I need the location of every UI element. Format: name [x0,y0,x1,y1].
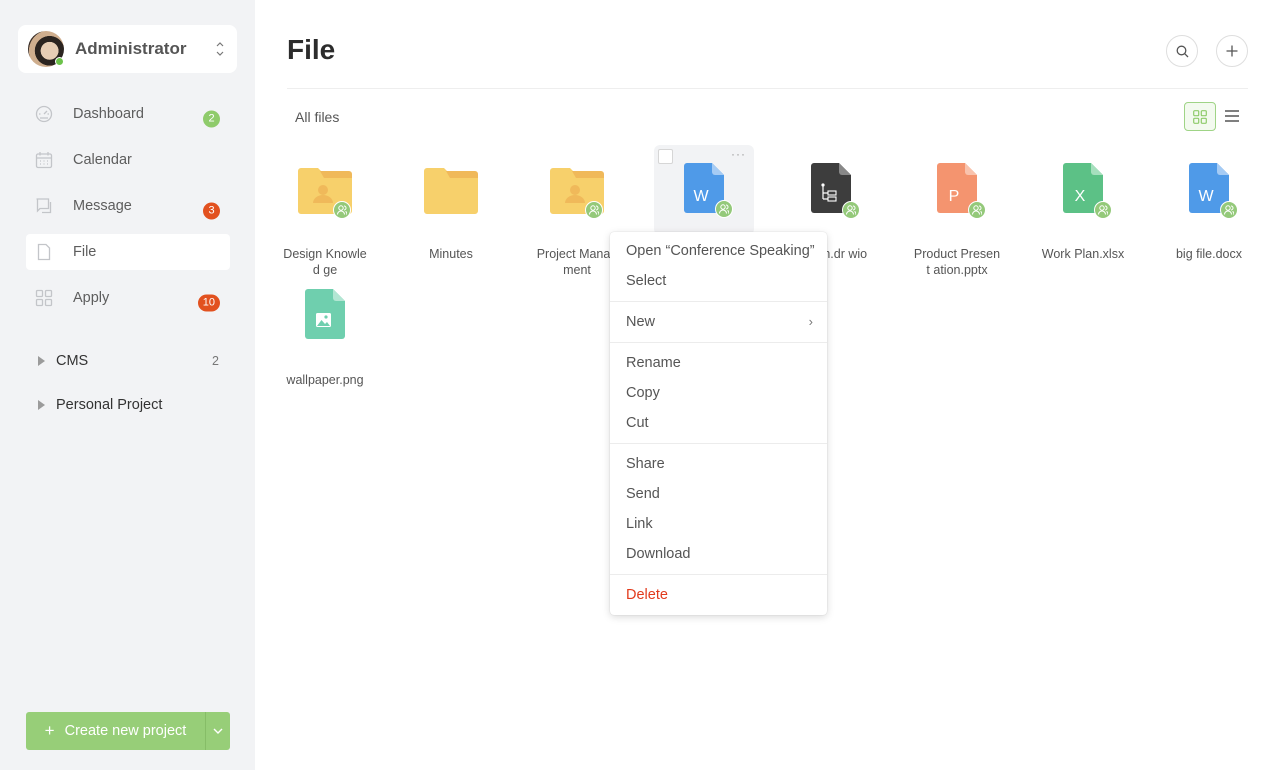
chevron-down-icon [213,728,223,734]
shared-user-icon [1220,201,1238,219]
header-divider [287,88,1248,89]
project-group-label: CMS [56,353,89,369]
calendar-icon [35,152,53,169]
message-badge: 3 [203,202,220,220]
sidebar-item-label: Message [73,198,132,214]
sidebar-item-apply[interactable]: Apply 10 [26,280,230,316]
file-icon [37,243,51,261]
create-project-button[interactable]: + Create new project [26,712,206,750]
menu-item-open[interactable]: Open “Conference Speaking” [610,236,827,266]
apply-badge: 10 [197,294,220,312]
menu-divider [610,574,827,575]
file-name: wallpaper.png [286,373,364,387]
file-item[interactable]: Minutes [401,160,501,262]
menu-item-send[interactable]: Send [610,479,827,509]
folder-icon [424,168,478,214]
file-name: Work Plan.xlsx [1041,247,1125,261]
sidebar-item-file[interactable]: File [26,234,230,270]
file-item[interactable]: W big file.docx [1159,160,1259,262]
menu-item-copy[interactable]: Copy [610,378,827,408]
search-icon [1176,45,1188,57]
svg-text:P: P [949,188,960,205]
shared-user-icon [1094,201,1112,219]
dashboard-icon [35,105,53,123]
menu-item-link[interactable]: Link [610,509,827,539]
app-window: Administrator Dashboard 2 Calendar Messa… [0,0,1280,770]
account-name: Administrator [75,39,187,58]
file-name: Minutes [429,247,473,261]
grid-icon [1193,109,1207,124]
sidebar-item-label: Dashboard [73,106,144,122]
breadcrumb[interactable]: All files [295,109,339,125]
plus-icon [1226,45,1238,57]
sidebar-item-label: File [73,244,97,260]
menu-item-download[interactable]: Download [610,539,827,569]
avatar [28,31,64,67]
file-name: Design Knowled ge [283,247,367,277]
shared-user-icon [715,200,733,218]
plus-icon: + [44,721,55,740]
file-item-selected[interactable]: ··· W [654,145,754,235]
chevron-right-icon: › [808,314,813,329]
shared-user-icon [968,201,986,219]
shared-user-icon [842,201,860,219]
expand-triangle-icon[interactable] [38,356,45,366]
sidebar-item-calendar[interactable]: Calendar [26,142,230,178]
file-item[interactable]: P Product Present ation.pptx [907,160,1007,278]
project-group-cms[interactable]: CMS 2 [26,349,230,373]
expand-triangle-icon[interactable] [38,400,45,410]
sidebar-item-label: Calendar [73,152,132,168]
menu-divider [610,443,827,444]
project-group-label: Personal Project [56,397,163,413]
online-status-dot [55,57,64,66]
grid-view-toggle[interactable] [1184,102,1216,131]
menu-item-new[interactable]: New › [610,307,827,337]
sidebar-item-dashboard[interactable]: Dashboard 2 [26,96,230,132]
create-project-dropdown[interactable] [206,712,230,750]
menu-item-share[interactable]: Share [610,449,827,479]
file-item[interactable]: Design Knowled ge [275,160,375,278]
file-name: big file.docx [1175,247,1242,261]
message-icon [36,198,52,214]
menu-item-label: New [626,314,656,330]
context-menu: Open “Conference Speaking” Select New › … [610,232,827,615]
page-title: File [287,34,336,65]
svg-text:X: X [1075,188,1086,205]
shared-user-icon [333,201,351,219]
search-button[interactable] [1166,35,1198,67]
apps-icon [35,289,53,307]
chevron-up-down-icon [216,42,224,56]
file-name: Product Present ation.pptx [913,247,1001,277]
menu-item-cut[interactable]: Cut [610,408,827,438]
menu-divider [610,342,827,343]
menu-item-delete[interactable]: Delete [610,580,827,610]
project-group-count: 2 [212,354,219,368]
menu-item-select[interactable]: Select [610,266,827,296]
file-select-checkbox[interactable] [658,149,673,164]
more-options-icon[interactable]: ··· [731,147,746,161]
sidebar-nav: Dashboard 2 Calendar Message 3 File Appl… [26,96,230,326]
file-item[interactable]: X Work Plan.xlsx [1033,160,1133,262]
image-file-icon [305,289,345,339]
project-group-personal[interactable]: Personal Project [26,393,230,417]
account-switcher[interactable]: Administrator [18,25,237,73]
sidebar-item-label: Apply [73,290,110,306]
list-view-toggle[interactable] [1223,107,1241,125]
menu-divider [610,301,827,302]
svg-text:W: W [693,188,709,205]
menu-item-rename[interactable]: Rename [610,348,827,378]
create-project-button-group: + Create new project [26,712,230,750]
add-button[interactable] [1216,35,1248,67]
create-project-label: Create new project [64,723,187,739]
dashboard-badge: 2 [203,110,220,128]
shared-user-icon [585,201,603,219]
svg-text:W: W [1198,188,1214,205]
sidebar-item-message[interactable]: Message 3 [26,188,230,224]
file-item[interactable]: wallpaper.png [275,286,375,388]
sidebar: Administrator Dashboard 2 Calendar Messa… [0,0,255,770]
